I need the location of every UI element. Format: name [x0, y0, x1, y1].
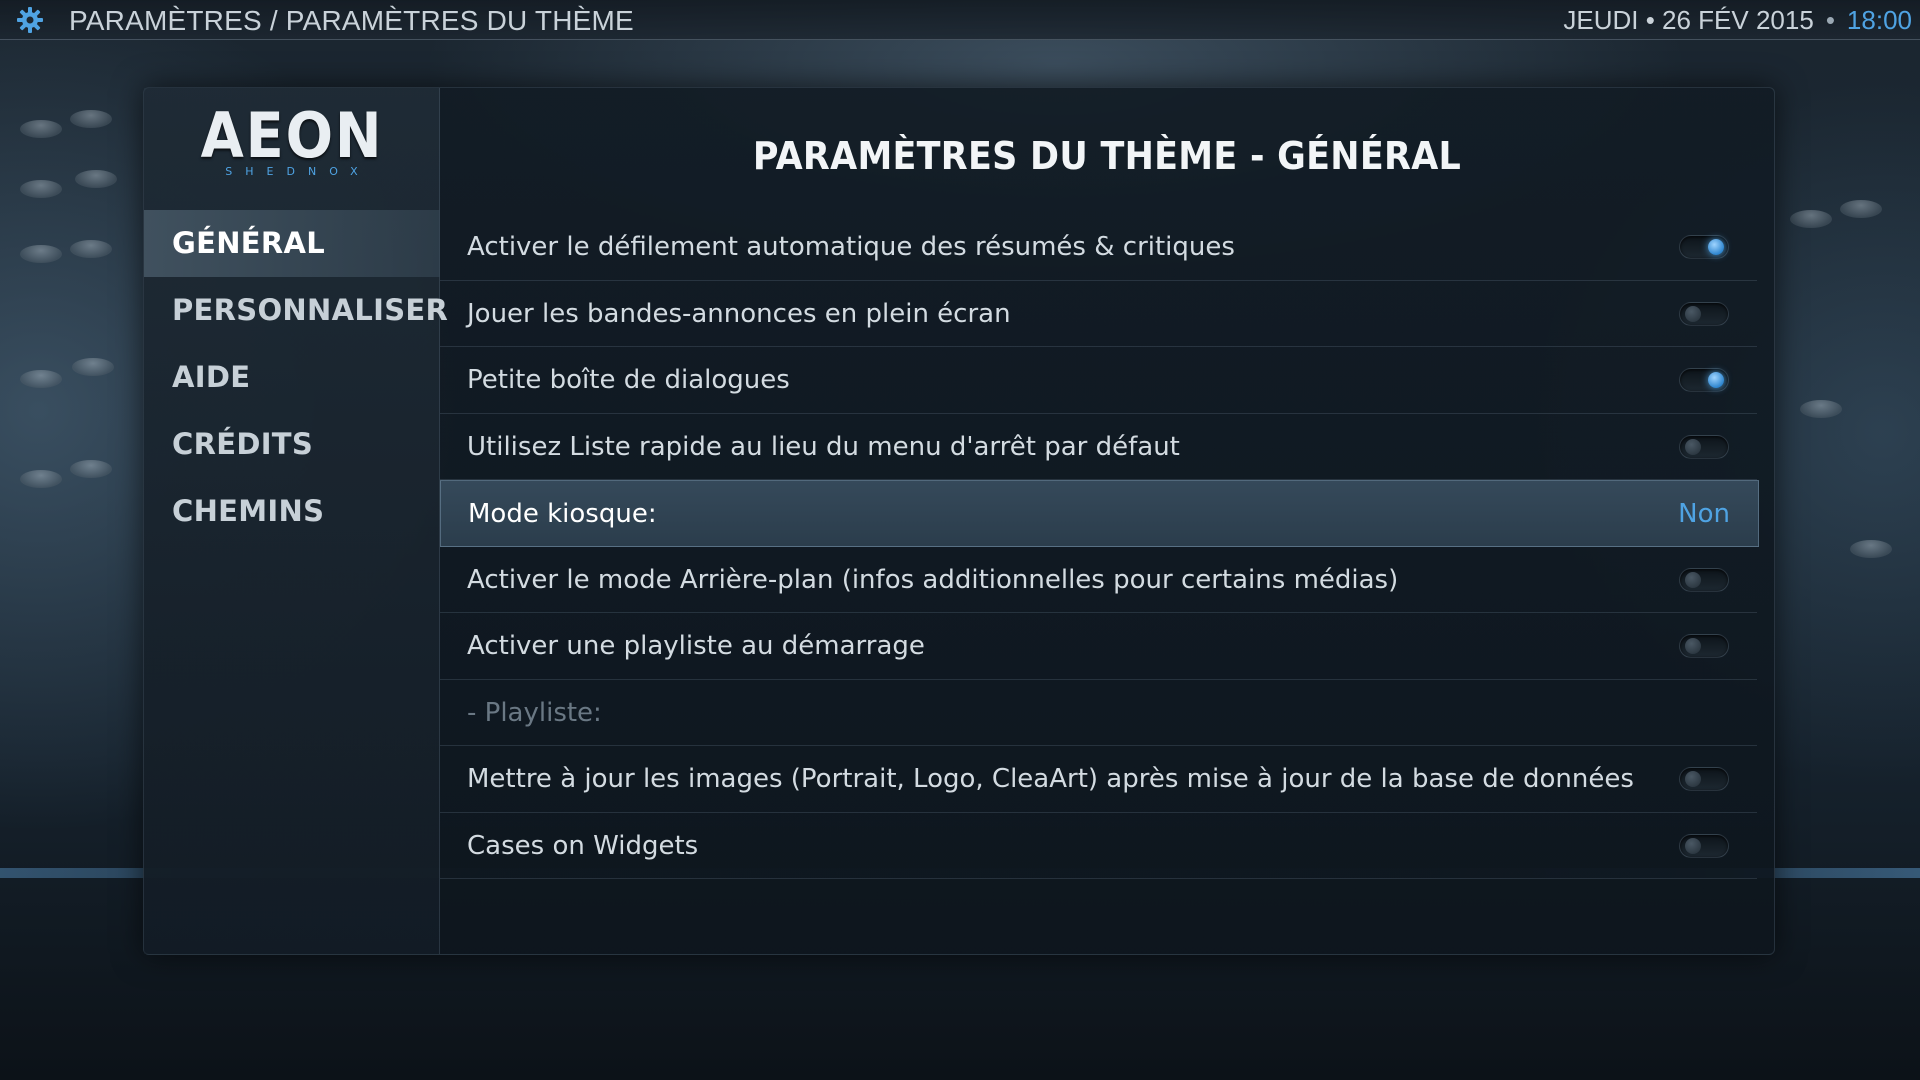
toggle-switch[interactable] [1679, 567, 1729, 592]
setting-row-background-mode[interactable]: Activer le mode Arrière-plan (infos addi… [440, 547, 1757, 613]
setting-row-startup-playlist[interactable]: Activer une playliste au démarrage [440, 613, 1757, 680]
sidebar-nav: GÉNÉRAL PERSONNALISER AIDE CRÉDITS CHEMI… [144, 210, 448, 545]
time-label: 18:00 [1846, 5, 1912, 35]
separator-dot: • [1825, 5, 1835, 35]
toggle-switch[interactable] [1679, 434, 1729, 459]
sidebar-item-aide[interactable]: AIDE [144, 344, 440, 411]
toggle-switch[interactable] [1679, 833, 1729, 858]
toggle-switch[interactable] [1679, 301, 1729, 326]
setting-row-playlist: - Playliste: [440, 680, 1757, 746]
setting-label: - Playliste: [467, 697, 602, 728]
setting-row-autoscroll[interactable]: Activer le défilement automatique des ré… [440, 214, 1757, 281]
sidebar-item-general[interactable]: GÉNÉRAL [144, 210, 440, 277]
setting-label: Jouer les bandes-annonces en plein écran [467, 298, 1011, 329]
toggle-switch[interactable] [1679, 368, 1729, 392]
date-label: JEUDI • 26 FÉV 2015 [1563, 5, 1814, 35]
date-time: JEUDI • 26 FÉV 2015 • 18:00 [1563, 5, 1912, 36]
setting-label: Mettre à jour les images (Portrait, Logo… [467, 764, 1634, 794]
setting-row-update-images[interactable]: Mettre à jour les images (Portrait, Logo… [440, 746, 1757, 813]
setting-row-fullscreen-trailers[interactable]: Jouer les bandes-annonces en plein écran [440, 281, 1757, 347]
toggle-switch[interactable] [1679, 634, 1729, 658]
setting-label: Activer une playliste au démarrage [467, 631, 925, 661]
sidebar-item-credits[interactable]: CRÉDITS [144, 411, 440, 478]
logo-text: AEON [200, 99, 384, 172]
gear-icon [17, 7, 43, 33]
setting-label: Activer le mode Arrière-plan (infos addi… [467, 564, 1399, 595]
breadcrumb: PARAMÈTRES / PARAMÈTRES DU THÈME [69, 5, 634, 36]
setting-label: Cases on Widgets [467, 830, 699, 861]
toggle-switch[interactable] [1679, 235, 1729, 259]
sidebar: AEON SHEDNOX GÉNÉRAL PERSONNALISER AIDE … [144, 88, 448, 954]
sidebar-item-chemins[interactable]: CHEMINS [144, 478, 440, 545]
sidebar-item-personnaliser[interactable]: PERSONNALISER [144, 277, 448, 344]
setting-row-quick-list[interactable]: Utilisez Liste rapide au lieu du menu d'… [440, 414, 1757, 480]
page-title: PARAMÈTRES DU THÈME - GÉNÉRAL [752, 134, 1462, 178]
toggle-switch[interactable] [1679, 767, 1729, 791]
settings-content: PARAMÈTRES DU THÈME - GÉNÉRAL Activer le… [440, 88, 1774, 954]
setting-value: Non [1678, 499, 1730, 529]
settings-panel: AEON SHEDNOX GÉNÉRAL PERSONNALISER AIDE … [143, 87, 1775, 955]
setting-label: Mode kiosque: [468, 499, 657, 529]
aeon-logo: AEON SHEDNOX [174, 103, 410, 193]
top-bar: PARAMÈTRES / PARAMÈTRES DU THÈME JEUDI •… [0, 0, 1920, 40]
setting-row-kiosk-mode[interactable]: Mode kiosque: Non [440, 480, 1759, 547]
setting-label: Activer le défilement automatique des ré… [467, 232, 1235, 262]
settings-list: Activer le défilement automatique des ré… [440, 214, 1759, 879]
setting-row-cases-widgets[interactable]: Cases on Widgets [440, 813, 1757, 879]
setting-label: Utilisez Liste rapide au lieu du menu d'… [467, 431, 1180, 462]
setting-row-small-dialogs[interactable]: Petite boîte de dialogues [440, 347, 1757, 414]
setting-label: Petite boîte de dialogues [467, 365, 790, 395]
